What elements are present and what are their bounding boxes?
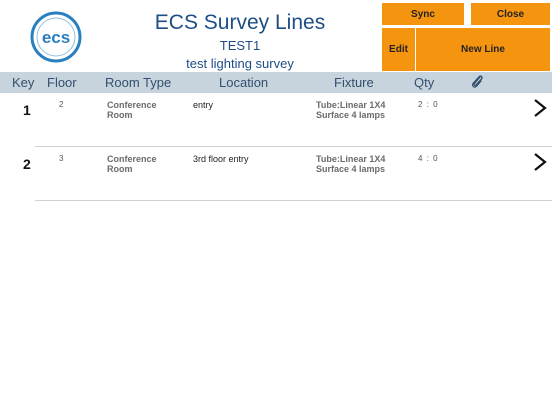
chevron-right-icon[interactable]	[533, 97, 547, 119]
ecs-logo: ecs	[30, 11, 82, 63]
row-location: 3rd floor entry	[193, 154, 249, 164]
page-header: ECS Survey Lines TEST1 test lighting sur…	[150, 10, 330, 72]
row-divider	[35, 200, 552, 201]
page-title: ECS Survey Lines	[154, 11, 326, 34]
row-floor: 3	[59, 154, 64, 163]
column-room-type: Room Type	[105, 75, 172, 90]
close-button[interactable]: Close	[471, 3, 550, 25]
survey-name: TEST1	[219, 38, 261, 53]
row-room-type: Conference Room	[107, 154, 157, 174]
chevron-right-icon[interactable]	[533, 151, 547, 173]
column-fixture: Fixture	[334, 75, 374, 90]
logo-text: ecs	[42, 28, 70, 47]
row-key: 1	[23, 102, 31, 118]
table-header: Key Floor Room Type Location Fixture Qty	[0, 72, 552, 93]
edit-button[interactable]: Edit	[382, 28, 415, 71]
row-location: entry	[193, 100, 214, 110]
table-row[interactable]: 2 3 Conference Room 3rd floor entry Tube…	[0, 147, 552, 201]
row-fixture: Tube:Linear 1X4 Surface 4 lamps	[316, 154, 386, 174]
column-key: Key	[12, 75, 35, 90]
row-qty: 4 : 0	[418, 154, 439, 163]
sync-button[interactable]: Sync	[382, 3, 464, 25]
column-qty: Qty	[414, 75, 435, 90]
paperclip-icon	[470, 74, 484, 90]
row-fixture: Tube:Linear 1X4 Surface 4 lamps	[316, 100, 386, 120]
survey-description: test lighting survey	[186, 56, 294, 71]
row-floor: 2	[59, 100, 64, 109]
column-floor: Floor	[47, 75, 77, 90]
column-location: Location	[219, 75, 269, 90]
row-room-type: Conference Room	[107, 100, 157, 120]
table-row[interactable]: 1 2 Conference Room entry Tube:Linear 1X…	[0, 93, 552, 147]
row-qty: 2 : 0	[418, 100, 439, 109]
row-key: 2	[23, 156, 31, 172]
new-line-button[interactable]: New Line	[416, 28, 550, 71]
ecs-logo-icon: ecs	[30, 11, 82, 63]
